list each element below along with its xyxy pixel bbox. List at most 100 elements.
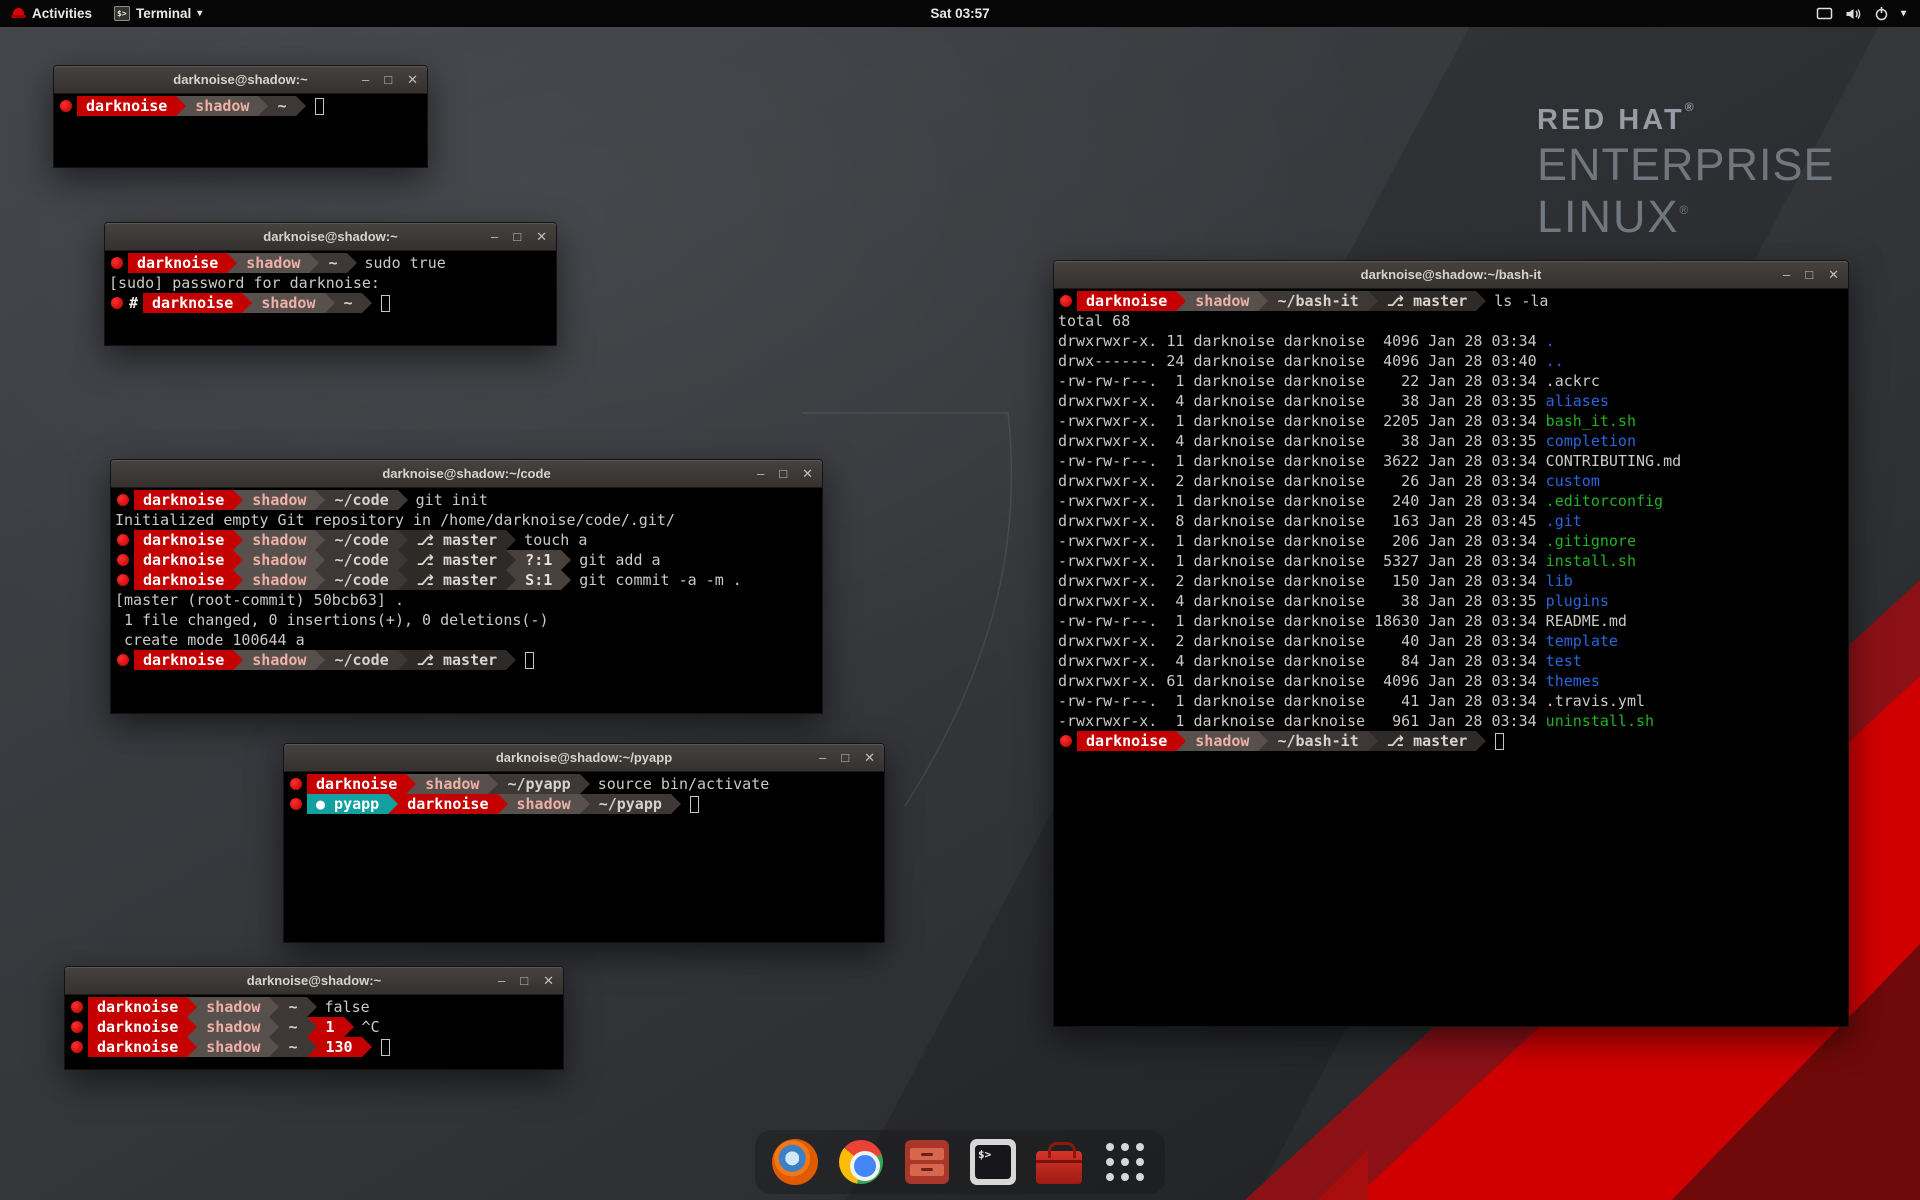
file-name: .git — [1546, 511, 1582, 531]
clock[interactable]: Sat 03:57 — [930, 6, 989, 21]
file-name: uninstall.sh — [1546, 711, 1654, 731]
minimize-button[interactable]: – — [362, 66, 369, 94]
terminal-cursor — [525, 652, 534, 669]
registered-mark: ® — [1685, 100, 1697, 114]
terminal-cursor — [690, 796, 699, 813]
window-titlebar[interactable]: darknoise@shadow:~/pyapp – □ ✕ — [284, 744, 884, 772]
redhat-wordmark: RED HAT® ENTERPRISE LINUX® — [1537, 100, 1835, 243]
segment-arrow-icon — [269, 1037, 279, 1057]
prompt-line: darknoiseshadow~/pyappsource bin/activat… — [288, 774, 880, 794]
window-titlebar[interactable]: darknoise@shadow:~/bash-it – □ ✕ — [1054, 261, 1848, 289]
prompt-segment-git: ⎇ master — [1378, 731, 1477, 751]
prompt-segment-host: shadow — [243, 530, 315, 550]
system-status-area[interactable]: ▾ — [1816, 0, 1920, 27]
minimize-button[interactable]: – — [1783, 261, 1790, 289]
prompt-segment-git2: S:1 — [516, 570, 561, 590]
maximize-button[interactable]: □ — [1805, 261, 1813, 289]
maximize-button[interactable]: □ — [384, 66, 392, 94]
terminal-content[interactable]: darknoiseshadow~/codegit initInitialized… — [111, 488, 822, 713]
segment-arrow-icon — [406, 774, 416, 794]
firefox-icon[interactable] — [771, 1138, 819, 1186]
segment-arrow-icon — [1476, 731, 1486, 751]
window-title: darknoise@shadow:~/bash-it — [1054, 261, 1848, 289]
prompt-line: darknoiseshadow~/code⎇ master?:1git add … — [115, 550, 818, 570]
window-titlebar[interactable]: darknoise@shadow:~ – □ ✕ — [105, 223, 556, 251]
close-button[interactable]: ✕ — [802, 460, 813, 488]
terminal-content[interactable]: darknoiseshadow~ — [54, 94, 427, 167]
command-text: ^C — [354, 1017, 380, 1037]
redhat-prompt-icon — [60, 100, 72, 112]
terminal-content[interactable]: darknoiseshadow~falsedarknoiseshadow~1^C… — [65, 995, 563, 1069]
prompt-line: darknoiseshadow~/code⎇ mastertouch a — [115, 530, 818, 550]
redhat-prompt-icon — [111, 297, 123, 309]
ls-columns: drwxrwxr-x. 4 darknoise darknoise 38 Jan… — [1058, 431, 1546, 451]
window-titlebar[interactable]: darknoise@shadow:~/code – □ ✕ — [111, 460, 822, 488]
app-grid-icon[interactable] — [1101, 1138, 1149, 1186]
segment-arrow-icon — [309, 253, 319, 273]
activities-button[interactable]: Activities — [0, 0, 103, 27]
output-text: [master (root-commit) 50bcb63] . — [115, 590, 404, 610]
close-button[interactable]: ✕ — [536, 223, 547, 251]
prompt-segment-user: darknoise — [398, 794, 497, 814]
registered-mark: ® — [1680, 203, 1691, 217]
ls-columns: drwxrwxr-x. 4 darknoise darknoise 38 Jan… — [1058, 591, 1546, 611]
segment-arrow-icon — [258, 96, 268, 116]
prompt-line: darknoiseshadow~ — [58, 96, 423, 116]
segment-arrow-icon — [242, 293, 252, 313]
minimize-button[interactable]: – — [757, 460, 764, 488]
files-icon[interactable] — [903, 1138, 951, 1186]
prompt-segment-git: ⎇ master — [1378, 291, 1477, 311]
segment-arrow-icon — [561, 550, 571, 570]
terminal-content[interactable]: darknoiseshadow~sudo true[sudo] password… — [105, 251, 556, 345]
segment-arrow-icon — [1258, 731, 1268, 751]
terminal-content[interactable]: darknoiseshadow~/pyappsource bin/activat… — [284, 772, 884, 942]
ls-columns: drwxrwxr-x. 8 darknoise darknoise 163 Ja… — [1058, 511, 1546, 531]
minimize-button[interactable]: – — [491, 223, 498, 251]
top-bar: Activities $> Terminal ▾ Sat 03:57 ▾ — [0, 0, 1920, 27]
maximize-button[interactable]: □ — [513, 223, 521, 251]
app-menu-terminal[interactable]: $> Terminal ▾ — [103, 0, 213, 27]
output-line: -rw-rw-r--. 1 darknoise darknoise 22 Jan… — [1058, 371, 1844, 391]
segment-arrow-icon — [398, 570, 408, 590]
minimize-button[interactable]: – — [498, 967, 505, 995]
segment-arrow-icon — [1476, 291, 1486, 311]
maximize-button[interactable]: □ — [520, 967, 528, 995]
close-button[interactable]: ✕ — [864, 744, 875, 772]
segment-arrow-icon — [187, 1017, 197, 1037]
segment-arrow-icon — [398, 650, 408, 670]
toolbox-icon[interactable] — [1035, 1138, 1083, 1186]
window-titlebar[interactable]: darknoise@shadow:~ – □ ✕ — [54, 66, 427, 94]
terminal-window-sudo: darknoise@shadow:~ – □ ✕ darknoiseshadow… — [104, 222, 557, 346]
display-icon — [1816, 7, 1833, 21]
minimize-button[interactable]: – — [819, 744, 826, 772]
file-name: themes — [1546, 671, 1600, 691]
segment-arrow-icon — [187, 997, 197, 1017]
segment-arrow-icon — [498, 794, 508, 814]
file-name: bash_it.sh — [1546, 411, 1636, 431]
segment-arrow-icon — [233, 570, 243, 590]
close-button[interactable]: ✕ — [407, 66, 418, 94]
file-name: .editorconfig — [1546, 491, 1663, 511]
output-line: create mode 100644 a — [115, 630, 818, 650]
segment-arrow-icon — [344, 1017, 354, 1037]
output-line: -rwxrwxr-x. 1 darknoise darknoise 5327 J… — [1058, 551, 1844, 571]
prompt-segment-user: darknoise — [134, 490, 233, 510]
prompt-segment-host: shadow — [197, 1017, 269, 1037]
maximize-button[interactable]: □ — [779, 460, 787, 488]
ls-columns: -rwxrwxr-x. 1 darknoise darknoise 2205 J… — [1058, 411, 1546, 431]
segment-arrow-icon — [315, 530, 325, 550]
segment-arrow-icon — [269, 1017, 279, 1037]
close-button[interactable]: ✕ — [1828, 261, 1839, 289]
terminal-content[interactable]: darknoiseshadow~/bash-it⎇ masterls -lato… — [1054, 289, 1848, 1026]
maximize-button[interactable]: □ — [841, 744, 849, 772]
file-name: README.md — [1546, 611, 1627, 631]
segment-arrow-icon — [347, 253, 357, 273]
output-line: drwxrwxr-x. 8 darknoise darknoise 163 Ja… — [1058, 511, 1844, 531]
ls-columns: -rwxrwxr-x. 1 darknoise darknoise 5327 J… — [1058, 551, 1546, 571]
file-name: lib — [1546, 571, 1573, 591]
prompt-line: darknoiseshadow~/bash-it⎇ master — [1058, 731, 1844, 751]
chrome-icon[interactable] — [837, 1138, 885, 1186]
window-titlebar[interactable]: darknoise@shadow:~ – □ ✕ — [65, 967, 563, 995]
close-button[interactable]: ✕ — [543, 967, 554, 995]
terminal-icon[interactable]: $> — [969, 1138, 1017, 1186]
